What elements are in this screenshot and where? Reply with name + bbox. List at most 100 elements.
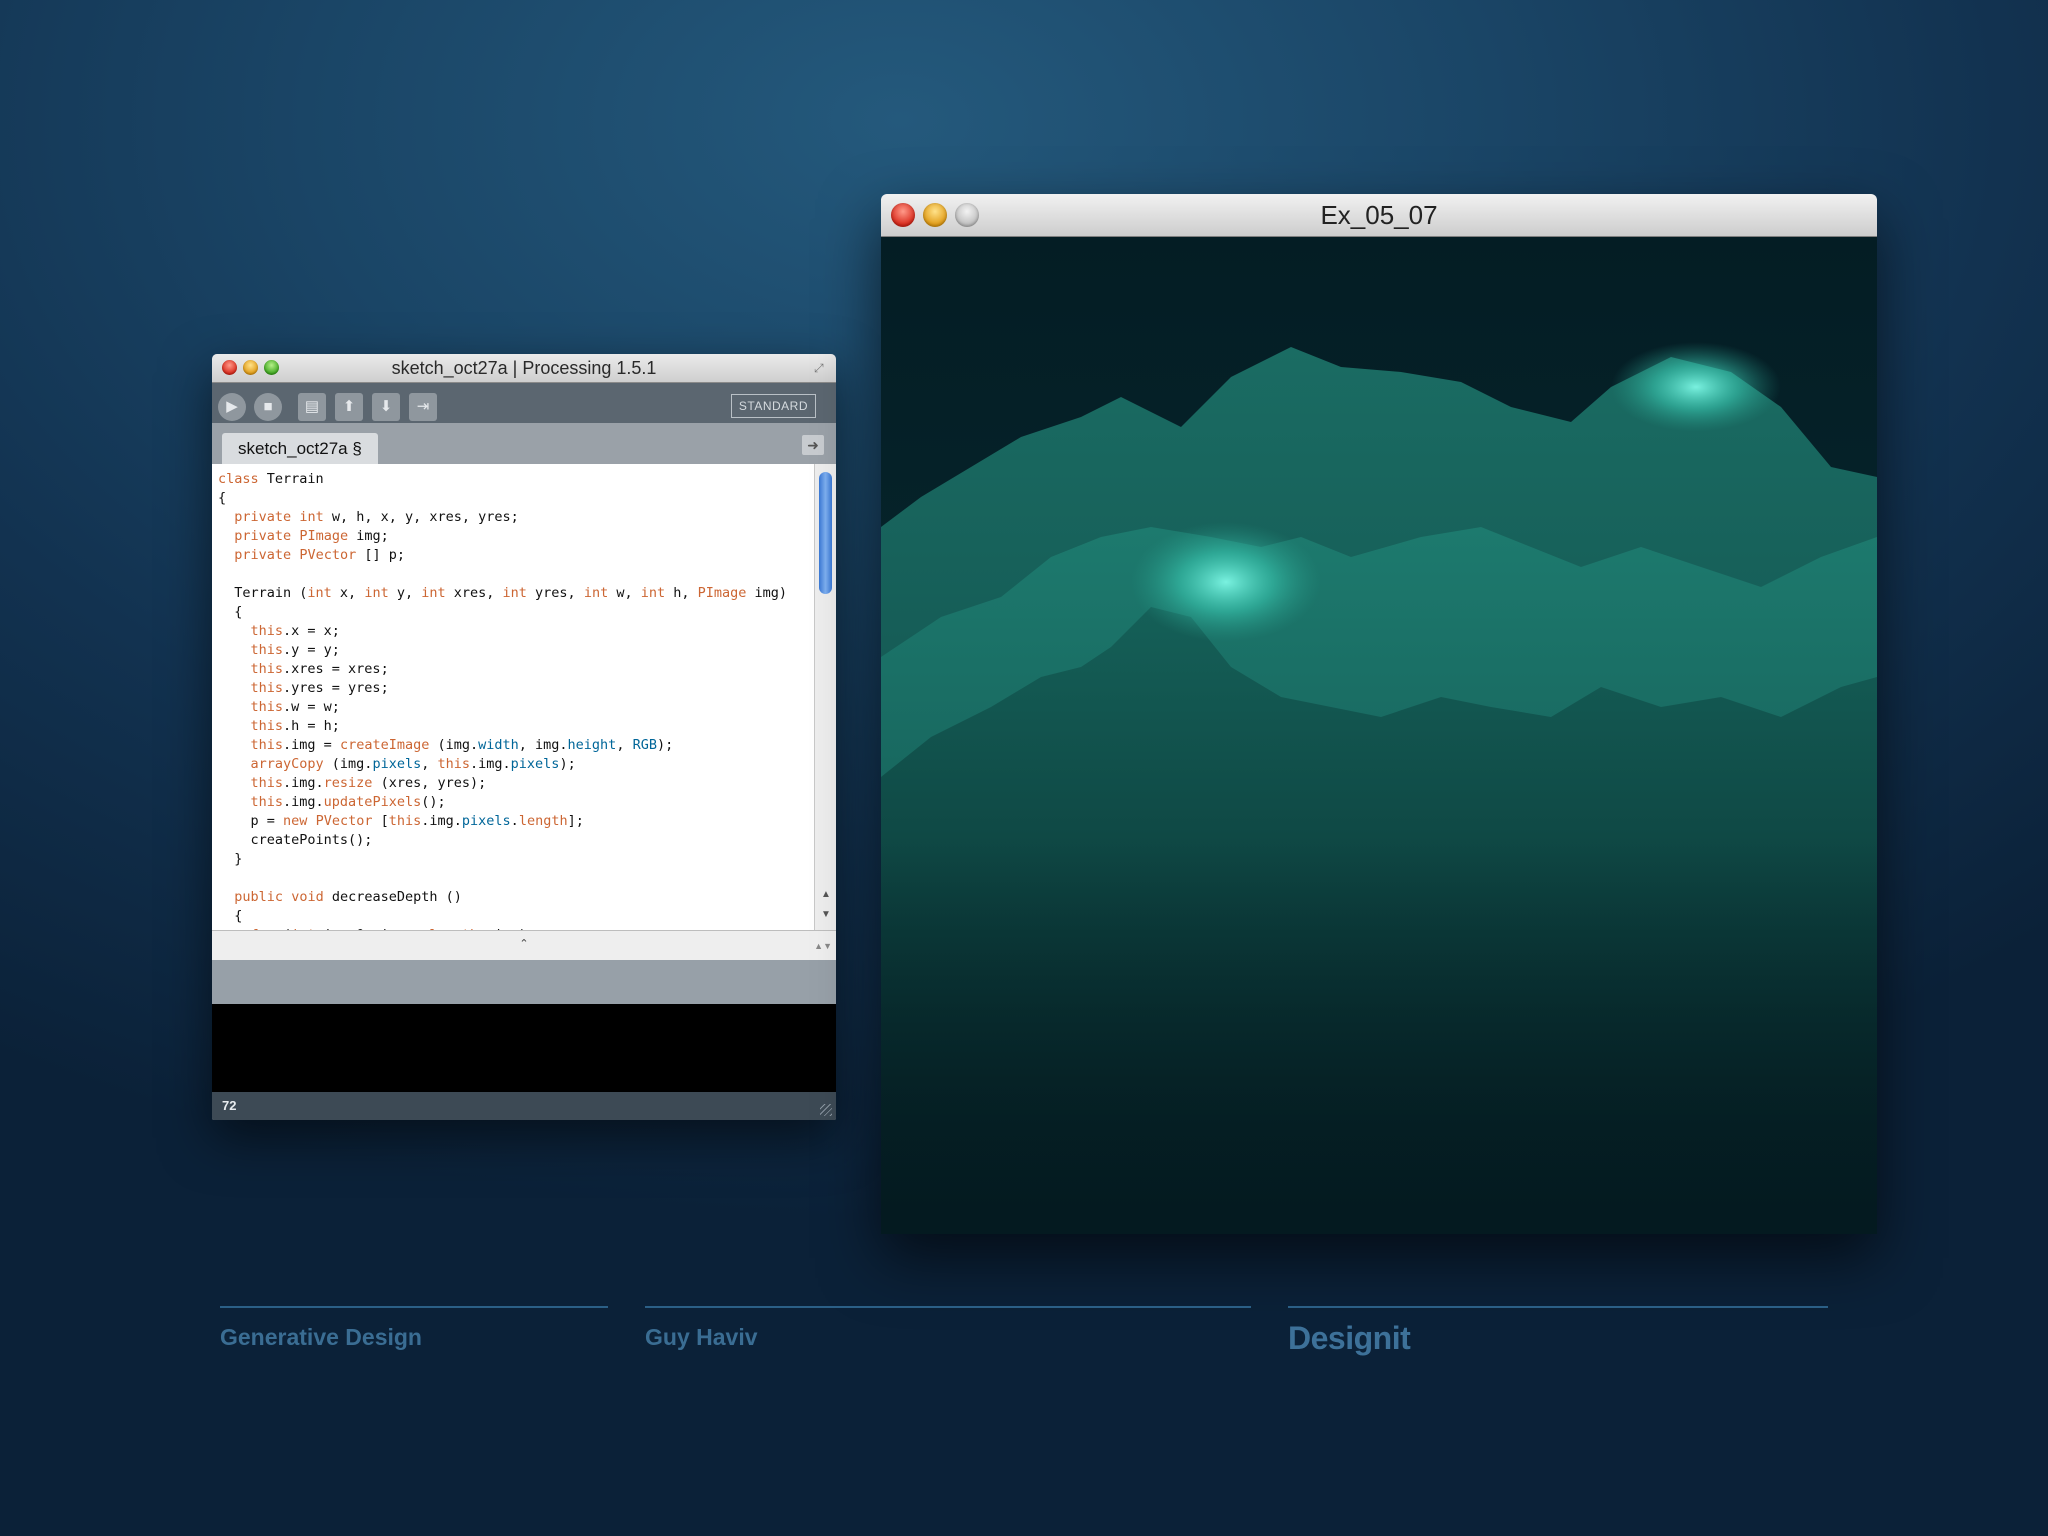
code-line[interactable]: this.img.resize (xres, yres); (218, 774, 814, 793)
code-token: .w = w; (283, 699, 340, 715)
tab-sketch[interactable]: sketch_oct27a § (222, 433, 378, 464)
export-icon: ⇥ (416, 398, 430, 415)
code-token: .xres = xres; (283, 661, 389, 677)
collapse-caret-icon[interactable]: ⌃ (212, 937, 836, 950)
code-token: int (299, 509, 324, 525)
code-line[interactable]: this.w = w; (218, 698, 814, 717)
ide-tabbar: sketch_oct27a § ➜ (212, 423, 836, 464)
code-line[interactable]: this.y = y; (218, 641, 814, 660)
code-line[interactable]: this.yres = yres; (218, 679, 814, 698)
code-token: xres, (445, 585, 503, 601)
code-token: img) (746, 585, 788, 601)
code-token: { (218, 908, 243, 924)
code-token: int (583, 585, 609, 601)
scroll-down-icon[interactable]: ▼ (819, 908, 833, 922)
code-token: this (250, 775, 284, 791)
code-text[interactable]: class Terrain{ private int w, h, x, y, x… (212, 464, 814, 930)
code-token: } (218, 851, 243, 867)
window-resize-grip-icon[interactable] (820, 1104, 832, 1116)
code-line[interactable]: class Terrain (218, 470, 814, 489)
code-line[interactable]: createPoints(); (218, 831, 814, 850)
scrollbar-thumb[interactable] (819, 472, 832, 594)
code-token: int (502, 585, 527, 601)
code-token: this (250, 794, 284, 810)
code-line[interactable]: } (218, 850, 814, 869)
run-button[interactable]: ▶ (218, 393, 246, 421)
footer-rule-1 (220, 1306, 608, 1308)
stop-button[interactable]: ■ (254, 393, 282, 421)
tab-menu-arrow-icon[interactable]: ➜ (802, 435, 824, 455)
footer-brand-logo: Designit (1288, 1320, 1411, 1356)
terrain-canvas[interactable] (881, 237, 1877, 1234)
code-token: this (250, 642, 284, 658)
ide-toolbar: ▶ ■ ▤ ⬆ ⬇ ⇥ STANDARD (212, 383, 836, 423)
code-token: private (234, 509, 292, 525)
code-line[interactable]: this.x = x; (218, 622, 814, 641)
code-token: (); (421, 794, 446, 810)
code-token: resize (323, 775, 373, 791)
code-token: (img. (429, 737, 479, 753)
scroll-up-icon[interactable]: ▲ (819, 888, 833, 902)
message-area (212, 960, 836, 1004)
code-token: (xres, yres); (372, 775, 487, 791)
code-token: arrayCopy (250, 756, 324, 772)
code-line[interactable]: this.img.updatePixels(); (218, 793, 814, 812)
terrain-render (881, 342, 1877, 1234)
code-token: w, h, x, y, xres, yres; (323, 509, 519, 525)
ide-titlebar[interactable]: sketch_oct27a | Processing 1.5.1 ⤢ (212, 354, 836, 383)
open-button[interactable]: ⬆ (335, 393, 363, 421)
code-line[interactable]: public void decreaseDepth () (218, 888, 814, 907)
save-button[interactable]: ⬇ (372, 393, 400, 421)
code-line[interactable]: this.xres = xres; (218, 660, 814, 679)
code-line[interactable] (218, 869, 814, 888)
code-token: .h = h; (283, 718, 340, 734)
code-token: (img. (323, 756, 373, 772)
editor-vertical-scrollbar[interactable]: ▲ ▼ (814, 464, 836, 930)
code-token: createImage (339, 737, 430, 753)
code-token: public (234, 889, 284, 905)
code-line[interactable] (218, 565, 814, 584)
code-token: , (616, 737, 633, 753)
code-token: PVector (299, 547, 357, 563)
code-token: .img. (283, 775, 324, 791)
code-token: this (250, 699, 284, 715)
footer-label-topic: Generative Design (220, 1324, 422, 1350)
editor-console-divider[interactable]: ⌃ ▲▼ (212, 930, 836, 961)
code-line[interactable]: private PVector [] p; (218, 546, 814, 565)
code-line[interactable]: private PImage img; (218, 527, 814, 546)
sketch-titlebar[interactable]: Ex_05_07 (881, 194, 1877, 237)
ide-window-title: sketch_oct27a | Processing 1.5.1 (391, 358, 657, 378)
code-line[interactable]: this.img = createImage (img.width, img.h… (218, 736, 814, 755)
code-editor[interactable]: class Terrain{ private int w, h, x, y, x… (212, 464, 814, 930)
code-line[interactable]: this.h = h; (218, 717, 814, 736)
code-token: decreaseDepth () (323, 889, 462, 905)
code-line[interactable]: { (218, 603, 814, 622)
terrain-glow-peak-right (1611, 342, 1781, 432)
code-token: RGB (632, 737, 657, 753)
code-token: width (478, 737, 519, 753)
code-token: int (364, 585, 389, 601)
code-token: w, (608, 585, 641, 601)
console-output (212, 1004, 836, 1092)
divider-resize-icon[interactable]: ▲▼ (814, 941, 832, 951)
code-token: this (250, 661, 284, 677)
code-line[interactable]: private int w, h, x, y, xres, yres; (218, 508, 814, 527)
code-line[interactable]: { (218, 907, 814, 926)
code-token: PImage (697, 585, 747, 601)
code-line[interactable]: { (218, 489, 814, 508)
fullscreen-icon[interactable]: ⤢ (814, 362, 828, 374)
code-token: pixels (372, 756, 422, 772)
sketch-output-window: Ex_05_07 (881, 194, 1877, 1234)
code-token: h, (665, 585, 698, 601)
export-button[interactable]: ⇥ (409, 393, 437, 421)
code-token: private (234, 528, 292, 544)
footer-label-author: Guy Haviv (645, 1324, 758, 1350)
code-line[interactable]: arrayCopy (img.pixels, this.img.pixels); (218, 755, 814, 774)
new-button[interactable]: ▤ (298, 393, 326, 421)
mode-selector[interactable]: STANDARD (730, 394, 816, 418)
code-line[interactable]: p = new PVector [this.img.pixels.length]… (218, 812, 814, 831)
code-line[interactable]: Terrain (int x, int y, int xres, int yre… (218, 584, 814, 603)
